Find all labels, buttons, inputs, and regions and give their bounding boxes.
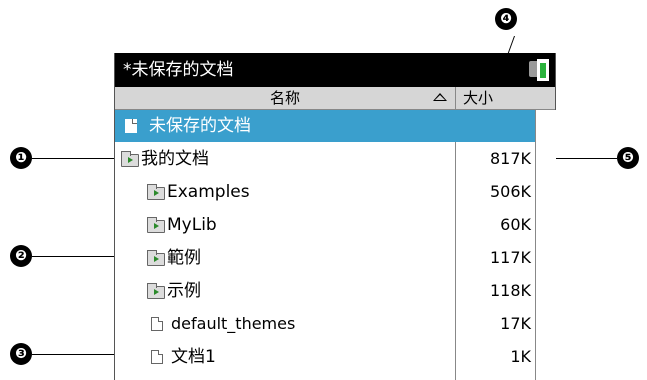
file-name: 文档1 <box>171 347 216 367</box>
file-name: default_themes <box>171 314 296 333</box>
file-name: Examples <box>167 182 250 202</box>
callout-badge-5: ❺ <box>617 147 639 169</box>
callout-badge-2: ❷ <box>10 245 32 267</box>
callout-line-2 <box>32 256 114 257</box>
list-item[interactable]: MyLib 60K <box>115 209 535 241</box>
column-header-name[interactable]: 名称 <box>115 87 455 109</box>
list-item[interactable]: 範例 117K <box>115 242 535 274</box>
file-name: MyLib <box>167 215 217 235</box>
sort-ascending-icon[interactable] <box>433 93 447 101</box>
file-size: 17K <box>500 314 531 333</box>
list-item[interactable]: default_themes 17K <box>115 308 535 340</box>
list-item[interactable]: 示例 118K <box>115 275 535 307</box>
file-size: 118K <box>489 281 531 300</box>
list-item[interactable]: 文档1 1K <box>115 341 535 373</box>
file-size: 817K <box>489 149 531 168</box>
battery-cell <box>537 59 549 81</box>
folder-icon <box>147 184 165 200</box>
file-size: 1K <box>510 347 531 366</box>
list-item[interactable]: Examples 506K <box>115 176 535 208</box>
title-bar: *未保存的文档 <box>115 53 555 87</box>
list-item[interactable]: 我的文档 817K <box>115 143 535 175</box>
document-icon <box>151 350 163 364</box>
file-name: 未保存的文档 <box>149 116 251 136</box>
folder-icon <box>147 283 165 299</box>
callout-line-3 <box>32 354 114 355</box>
file-name: 範例 <box>167 248 201 268</box>
file-name: 示例 <box>167 281 201 301</box>
window-title: *未保存的文档 <box>123 60 234 80</box>
callout-badge-1: ❶ <box>10 147 32 169</box>
file-size: 117K <box>489 248 531 267</box>
file-browser-window: *未保存的文档 名称 大小 未保存的文档 我的文档 817K Examples … <box>114 53 556 380</box>
document-icon <box>151 317 163 331</box>
battery-icon <box>529 59 549 81</box>
list-item[interactable]: 未保存的文档 <box>115 110 535 142</box>
folder-icon <box>147 217 165 233</box>
callout-badge-4: ❹ <box>495 8 517 30</box>
file-size: 506K <box>489 182 531 201</box>
document-icon <box>125 119 137 133</box>
callout-badge-3: ❸ <box>10 343 32 365</box>
folder-open-icon <box>121 151 139 167</box>
file-size: 60K <box>500 215 531 234</box>
file-name: 我的文档 <box>141 149 209 169</box>
column-header-size[interactable]: 大小 <box>459 87 537 109</box>
callout-line-1 <box>32 158 114 159</box>
column-header-row: 名称 大小 <box>115 87 555 110</box>
folder-icon <box>147 250 165 266</box>
scrollbar[interactable] <box>535 110 556 380</box>
